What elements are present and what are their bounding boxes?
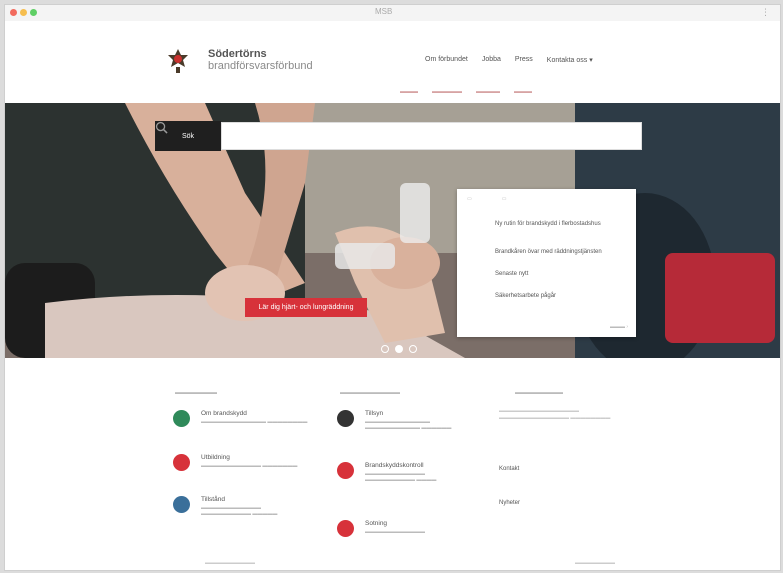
carousel-dot-2[interactable] (395, 345, 403, 353)
news-item[interactable]: Säkerhetsarbete pågår (495, 293, 630, 301)
service-item-title: Om brandskydd (201, 410, 247, 417)
nav-item-press[interactable]: Press (515, 56, 533, 64)
news-tab-1[interactable]: ▭ (467, 196, 472, 202)
book-icon (173, 454, 190, 471)
minimize-window-button[interactable] (20, 9, 27, 16)
footer-link[interactable]: ▬▬▬▬▬▬▬▬▬▬ (205, 560, 255, 566)
service-item[interactable]: Sotning ▬▬▬▬▬▬▬▬▬▬▬▬ (337, 520, 477, 550)
service-item-description: ▬▬▬▬▬▬▬▬▬▬▬▬▬ ▬▬▬▬▬▬▬▬ (201, 419, 308, 425)
shield-icon (337, 410, 354, 427)
maximize-window-button[interactable] (30, 9, 37, 16)
column-heading-left: ▬▬▬▬▬▬▬ (175, 390, 217, 396)
main-navigation: Om förbundet Jobba Press Kontakta oss ▾ (425, 56, 593, 64)
browser-tab-title[interactable]: MSB (375, 7, 392, 16)
document-icon (173, 496, 190, 513)
service-item[interactable]: Brandskyddskontroll ▬▬▬▬▬▬▬▬▬▬▬▬ ▬▬▬▬▬▬▬… (337, 462, 477, 492)
service-item-title: Sotning (365, 520, 388, 527)
nav-item-om-forbundet[interactable]: Om förbundet (425, 56, 468, 64)
nav-item-jobba[interactable]: Jobba (482, 56, 501, 64)
service-item-title: Utbildning (201, 454, 230, 461)
chimney-icon (337, 520, 354, 537)
content-area: ▬▬▬▬▬▬▬ ▬▬▬▬▬▬▬▬▬▬ ▬▬▬▬▬▬▬▬ Om brandskyd… (5, 358, 780, 570)
sidebar-block-title: Kontakt (499, 466, 520, 472)
footer-link[interactable]: ▬▬▬▬▬▬▬▬ (575, 560, 615, 566)
subnav-dash-2[interactable]: ▬▬▬▬▬ (432, 89, 462, 95)
news-item-title: Ny rutin för brandskydd i flerbostadshus (495, 221, 601, 227)
chevron-down-icon: ▾ (589, 57, 593, 64)
service-item-description: ▬▬▬▬▬▬▬▬▬▬▬▬ ▬▬▬▬▬▬▬▬▬▬ ▬▬▬▬ (365, 471, 437, 483)
sidebar-block[interactable]: Kontakt (499, 466, 519, 475)
close-window-button[interactable] (10, 9, 17, 16)
building-icon (337, 462, 354, 479)
news-tabs: ▭ ▭ (467, 196, 506, 202)
news-panel: ▭ ▭ Ny rutin för brandskydd i flerbostad… (457, 189, 636, 337)
carousel-indicators (381, 345, 417, 353)
service-item[interactable]: Om brandskydd ▬▬▬▬▬▬▬▬▬▬▬▬▬ ▬▬▬▬▬▬▬▬ (173, 410, 313, 440)
nav-item-kontakta[interactable]: Kontakta oss ▾ (547, 56, 593, 64)
news-item-title: Senaste nytt (495, 271, 529, 277)
news-item-title: Säkerhetsarbete pågår (495, 293, 557, 299)
service-item-title: Brandskyddskontroll (365, 462, 424, 469)
site-brand[interactable]: Södertörns brandförsvarsförbund (208, 48, 313, 72)
site-header: Södertörns brandförsvarsförbund Om förbu… (5, 21, 780, 103)
sub-navigation: ▬▬▬ ▬▬▬▬▬ ▬▬▬▬ ▬▬▬ (400, 89, 532, 95)
subnav-dash-1[interactable]: ▬▬▬ (400, 89, 418, 95)
brand-name-line1: Södertörns (208, 48, 267, 60)
news-tab-2[interactable]: ▭ (502, 196, 507, 202)
news-item[interactable]: Senaste nytt (495, 271, 630, 279)
news-item[interactable]: Ny rutin för brandskydd i flerbostadshus (495, 221, 630, 229)
service-item-description: ▬▬▬▬▬▬▬▬▬▬▬▬▬ ▬▬▬▬▬▬▬▬▬▬▬ ▬▬▬▬▬▬ (365, 419, 452, 431)
news-item[interactable]: Brandkåren övar med räddningstjänsten (495, 249, 630, 257)
browser-top-bar: MSB ⋮ (5, 5, 780, 22)
browser-menu-icon[interactable]: ⋮ (761, 7, 770, 18)
right-column-text: ▬▬▬▬▬▬▬▬▬▬▬▬▬▬▬▬ ▬▬▬▬▬▬▬▬▬▬▬▬▬▬ ▬▬▬▬▬▬▬▬ (499, 408, 611, 421)
carousel-dot-1[interactable] (381, 345, 389, 353)
service-item-title: Tillsyn (365, 410, 384, 417)
subnav-dash-3[interactable]: ▬▬▬▬ (476, 89, 500, 95)
news-item-title: Brandkåren övar med räddningstjänsten (495, 249, 602, 255)
sidebar-block-title: Nyheter (499, 500, 521, 506)
sidebar-block[interactable]: Nyheter (499, 500, 520, 509)
browser-window: MSB ⋮ Södertörns brandförsvarsförbund Om… (4, 4, 781, 571)
cta-button[interactable]: Lär dig hjärt- och lungräddning (245, 298, 367, 317)
column-heading-mid: ▬▬▬▬▬▬▬▬▬▬ (340, 390, 400, 396)
service-item[interactable]: Tillsyn ▬▬▬▬▬▬▬▬▬▬▬▬▬ ▬▬▬▬▬▬▬▬▬▬▬ ▬▬▬▬▬▬ (337, 410, 477, 440)
subnav-dash-4[interactable]: ▬▬▬ (514, 89, 532, 95)
column-heading-right: ▬▬▬▬▬▬▬▬ (515, 390, 563, 396)
search-input[interactable] (221, 122, 642, 150)
service-item-description: ▬▬▬▬▬▬▬▬▬▬▬▬ (365, 529, 425, 535)
service-item-description: ▬▬▬▬▬▬▬▬▬▬▬▬ ▬▬▬▬▬▬▬▬▬▬ ▬▬▬▬▬ (201, 505, 278, 517)
search-icon[interactable] (155, 121, 168, 134)
fire-brigade-logo[interactable] (168, 49, 188, 73)
service-item[interactable]: Utbildning ▬▬▬▬▬▬▬▬▬▬▬▬ ▬▬▬▬▬▬▬ (173, 454, 313, 484)
brand-name-line2: brandförsvarsförbund (208, 60, 313, 72)
hero-banner: Sök Lär dig hjärt- och lungräddning ▭ ▭ … (5, 103, 780, 358)
service-item-title: Tillstånd (201, 496, 225, 503)
window-controls (10, 9, 37, 16)
carousel-dot-3[interactable] (409, 345, 417, 353)
search-bar: Sök (155, 121, 642, 151)
news-more-link[interactable]: ▬▬▬ › (610, 324, 628, 330)
flame-icon (173, 410, 190, 427)
service-item[interactable]: Tillstånd ▬▬▬▬▬▬▬▬▬▬▬▬ ▬▬▬▬▬▬▬▬▬▬ ▬▬▬▬▬ (173, 496, 313, 536)
service-item-description: ▬▬▬▬▬▬▬▬▬▬▬▬ ▬▬▬▬▬▬▬ (201, 463, 298, 469)
